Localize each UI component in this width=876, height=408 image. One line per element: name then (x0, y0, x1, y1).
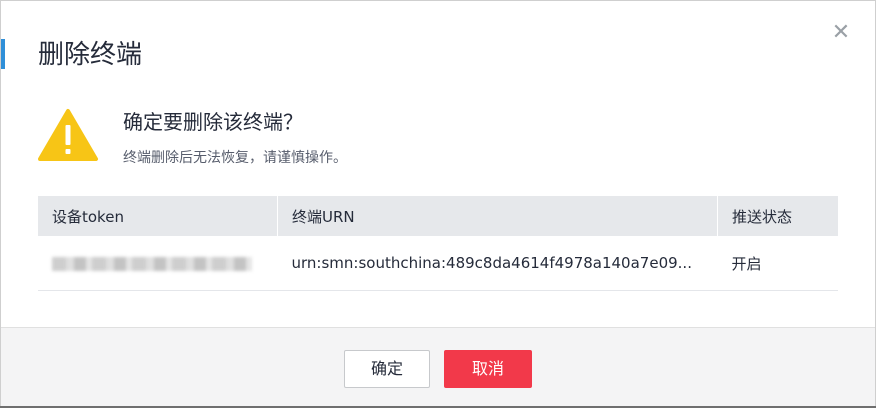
table-header-row: 设备token 终端URN 推送状态 (38, 196, 838, 236)
confirm-message: 确定要删除该终端？ (123, 110, 303, 134)
urn-cell: urn:smn:southchina:489c8da4614f4978a140a… (277, 236, 718, 291)
column-header-token: 设备token (38, 196, 278, 236)
ok-button[interactable]: 确定 (344, 350, 430, 388)
delete-endpoint-dialog: 删除终端 ✕ 确定要删除该终端？ 终端删除后无法恢复，请谨慎操作。 设备toke… (0, 0, 876, 406)
warning-icon (38, 109, 98, 161)
endpoint-table: 设备token 终端URN 推送状态 urn:smn:southchina:48… (38, 196, 838, 291)
status-cell: 开启 (717, 236, 838, 291)
column-header-urn: 终端URN (277, 196, 718, 236)
dialog-title: 删除终端 (38, 40, 143, 70)
warning-message: 终端删除后无法恢复，请谨慎操作。 (123, 150, 347, 166)
close-icon[interactable]: ✕ (829, 21, 853, 45)
column-header-status: 推送状态 (717, 196, 838, 236)
cancel-button[interactable]: 取消 (444, 350, 532, 388)
token-cell (38, 236, 278, 291)
dialog-footer: 确定 取消 (1, 327, 875, 406)
redacted-token (52, 256, 252, 271)
table-row: urn:smn:southchina:489c8da4614f4978a140a… (38, 236, 838, 291)
title-accent-bar (1, 39, 5, 69)
